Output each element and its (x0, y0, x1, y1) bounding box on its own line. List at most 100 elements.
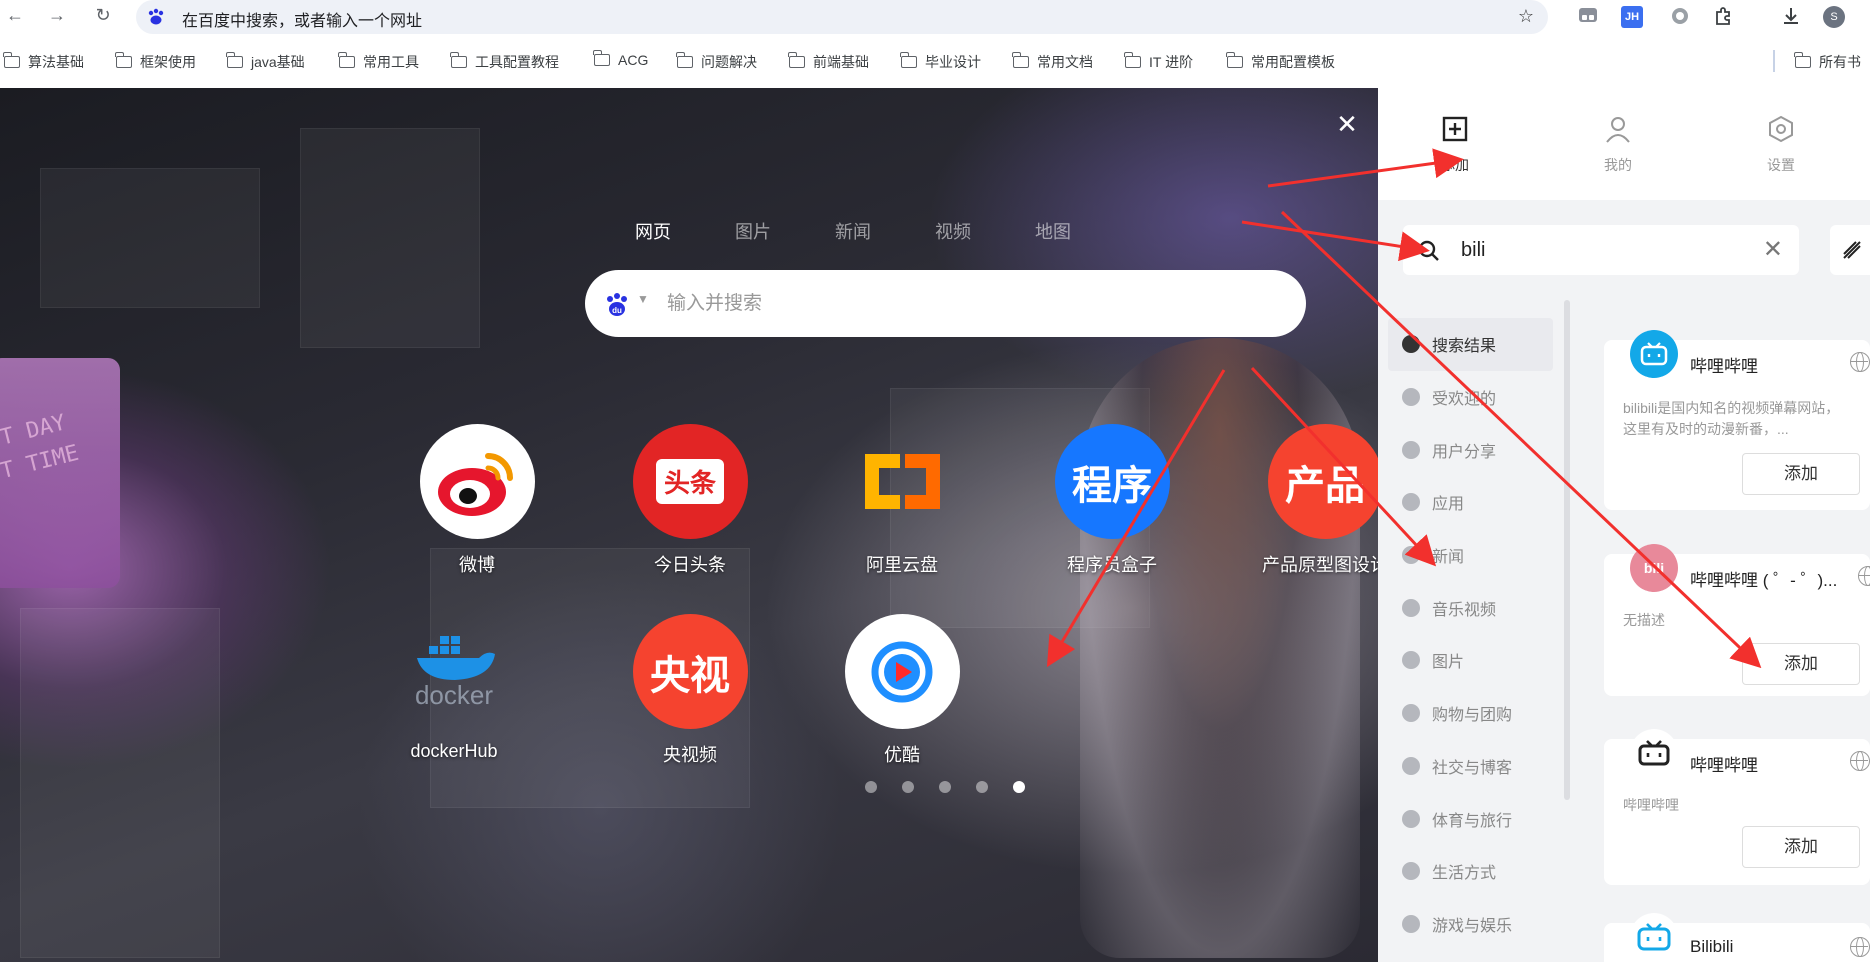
app-label: 阿里云盘 (866, 555, 938, 575)
folder-icon (900, 52, 917, 68)
page-dot[interactable] (976, 781, 988, 793)
browser-toolbar: ← → ↻ 在百度中搜索，或者输入一个网址 ☆ JH S (0, 0, 1870, 34)
category-item[interactable]: 受欢迎的 (1388, 371, 1553, 424)
bookmark-folder[interactable]: ACG (593, 50, 648, 68)
bookmark-folder[interactable]: 常用工具 (338, 52, 419, 72)
bookmark-folder[interactable]: 常用文档 (1012, 52, 1093, 72)
settings-hexagon-icon (1769, 115, 1793, 143)
app-toutiao[interactable]: 头条 今日头条 (605, 424, 775, 577)
bookmark-folder[interactable]: 框架使用 (115, 52, 196, 72)
add-button[interactable]: 添加 (1742, 826, 1860, 868)
bookmark-folder[interactable]: 算法基础 (3, 52, 84, 72)
page-dot-active[interactable] (1013, 781, 1025, 793)
globe-icon[interactable] (1858, 566, 1870, 586)
address-text: 在百度中搜索，或者输入一个网址 (182, 13, 423, 30)
chat-icon (1402, 756, 1420, 775)
clear-search-icon[interactable]: ✕ (1763, 236, 1783, 264)
category-item[interactable]: 购物与团购 (1388, 687, 1553, 740)
bookmark-folder[interactable]: 问题解决 (676, 52, 757, 72)
app-label: 央视频 (663, 745, 717, 765)
globe-icon[interactable] (1850, 751, 1870, 771)
tab-images[interactable]: 图片 (703, 218, 803, 244)
panel-search-box: ✕ (1403, 225, 1799, 275)
profile-avatar[interactable]: S (1823, 6, 1845, 28)
folder-icon (1794, 52, 1811, 68)
category-item[interactable]: 音乐视频 (1388, 581, 1553, 634)
tab-video[interactable]: 视频 (903, 218, 1003, 244)
search-type-tabs: 网页 图片 新闻 视频 地图 (603, 218, 1103, 244)
download-icon[interactable] (1780, 6, 1802, 28)
app-weibo[interactable]: 微博 (392, 424, 562, 577)
category-item[interactable]: 体育与旅行 (1388, 792, 1553, 845)
extensions-puzzle-icon[interactable] (1712, 6, 1734, 28)
bookmark-star-icon[interactable]: ☆ (1518, 6, 1534, 27)
bookmark-folder[interactable]: 毕业设计 (900, 52, 981, 72)
category-scrollbar[interactable] (1564, 300, 1570, 800)
engine-dropdown-icon[interactable]: ▼ (637, 292, 649, 306)
tab-map[interactable]: 地图 (1003, 218, 1103, 244)
close-icon[interactable]: ✕ (1333, 110, 1361, 138)
tab-settings[interactable]: 设置 (1741, 114, 1821, 175)
bookmark-folder[interactable]: 工具配置教程 (450, 52, 559, 72)
custom-shortcut-button[interactable] (1830, 225, 1870, 275)
docker-icon: docker (397, 614, 512, 729)
wallpaper-tower (20, 608, 220, 958)
app-label: 微博 (459, 555, 495, 575)
add-button[interactable]: 添加 (1742, 453, 1860, 495)
bilibili-tv-icon (1630, 330, 1678, 378)
category-item[interactable]: 生活方式 (1388, 845, 1553, 898)
tab-news[interactable]: 新闻 (803, 218, 903, 244)
category-item[interactable]: 新闻 (1388, 529, 1553, 582)
baidu-engine-icon[interactable]: du (603, 290, 631, 318)
airplane-icon (1402, 809, 1420, 828)
tab-add[interactable]: 添加 (1415, 114, 1495, 175)
category-item[interactable]: 社交与博客 (1388, 740, 1553, 793)
page-dot[interactable] (865, 781, 877, 793)
result-description: 无描述 (1623, 612, 1665, 628)
tab-web[interactable]: 网页 (603, 218, 703, 244)
bookmark-folder[interactable]: 前端基础 (788, 52, 869, 72)
extension-circle-icon[interactable] (1669, 6, 1691, 28)
bookmark-folder[interactable]: java基础 (226, 52, 305, 72)
page-dot[interactable] (939, 781, 951, 793)
category-item[interactable]: 游戏与娱乐 (1388, 898, 1553, 951)
extension-tabs-icon[interactable] (1577, 6, 1599, 28)
product-icon: 产品 (1267, 424, 1383, 539)
globe-icon[interactable] (1850, 352, 1870, 372)
category-item[interactable]: 图片 (1388, 634, 1553, 687)
globe-icon[interactable] (1850, 937, 1870, 957)
panel-search-input[interactable] (1461, 234, 1751, 266)
newtab-search-input[interactable] (667, 284, 1267, 324)
back-icon[interactable]: ← (4, 4, 26, 26)
newtab-search-box: du ▼ (585, 270, 1306, 337)
extension-jh-icon[interactable]: JH (1621, 6, 1643, 28)
bookmark-folder[interactable]: IT 进阶 (1124, 52, 1193, 72)
folder-icon (593, 50, 610, 66)
result-card: 哔哩哔哩 bilibili是国内知名的视频弹幕网站，这里有及时的动漫新番，...… (1604, 330, 1870, 510)
all-bookmarks-folder[interactable]: 所有书 (1794, 52, 1861, 72)
page-indicator (865, 781, 1025, 793)
bookmark-folder[interactable]: 常用配置模板 (1226, 52, 1335, 72)
category-item[interactable]: 应用 (1388, 476, 1553, 529)
forward-icon[interactable]: → (46, 4, 68, 26)
popular-icon (1402, 388, 1420, 407)
app-cctv-video[interactable]: 央视 央视频 (605, 614, 775, 767)
reload-icon[interactable]: ↻ (92, 4, 114, 26)
folder-icon (115, 52, 132, 68)
category-item[interactable]: 用户分享 (1388, 423, 1553, 476)
add-button[interactable]: 添加 (1742, 643, 1860, 685)
tab-mine[interactable]: 我的 (1578, 114, 1658, 175)
app-dockerhub[interactable]: docker dockerHub (369, 614, 539, 762)
app-programmer-box[interactable]: 程序 程序员盒子 (1027, 424, 1197, 577)
page-dot[interactable] (902, 781, 914, 793)
shopping-icon (1402, 704, 1420, 723)
wallpaper-rack (300, 128, 480, 348)
result-name: 哔哩哔哩 (1690, 756, 1758, 775)
category-item[interactable]: 搜索结果 (1388, 318, 1553, 371)
folder-icon (1226, 52, 1243, 68)
wallpaper-rack (40, 168, 260, 308)
weibo-icon (419, 424, 535, 539)
app-aliyun-drive[interactable]: 阿里云盘 (817, 424, 987, 577)
app-youku[interactable]: 优酷 (817, 614, 987, 767)
address-bar[interactable]: 在百度中搜索，或者输入一个网址 ☆ (136, 0, 1548, 34)
